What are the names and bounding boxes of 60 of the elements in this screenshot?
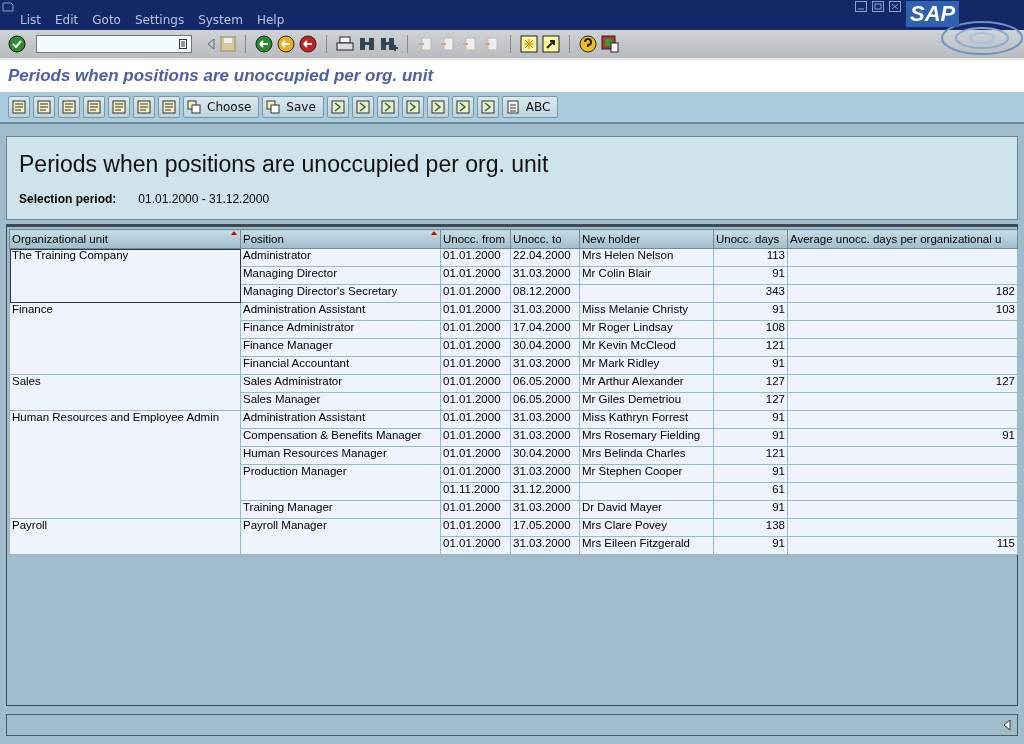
toolbar-button[interactable] (158, 96, 180, 118)
new-session-icon[interactable] (520, 35, 538, 53)
selection-period-value: 01.01.2000 - 31.12.2000 (138, 192, 270, 206)
shortcut-icon[interactable] (542, 35, 560, 53)
table-cell: Payroll (9, 518, 241, 555)
column-header[interactable]: Unocc. from (440, 229, 511, 249)
menu-item[interactable]: Help (256, 13, 285, 27)
toolbar-button[interactable] (108, 96, 130, 118)
toolbar-button[interactable] (83, 96, 105, 118)
menu-item[interactable]: Goto (92, 13, 121, 27)
toolbar-button[interactable] (351, 96, 374, 118)
close-icon[interactable] (889, 1, 901, 12)
column-header[interactable]: Average unocc. days per organizational u (787, 229, 1018, 249)
table-cell: Production Manager (240, 464, 441, 501)
column-header[interactable]: Unocc. days (713, 229, 788, 249)
column-header[interactable]: Organizational unit (9, 229, 241, 249)
list-icon (112, 100, 126, 114)
triangle-left-icon[interactable] (1003, 719, 1011, 731)
toolbar-button[interactable] (426, 96, 449, 118)
table-cell: Finance (9, 302, 241, 375)
toolbar-button[interactable] (326, 96, 349, 118)
report-heading: Periods when positions are unoccupied per org. unit (19, 151, 550, 178)
cancel-icon[interactable] (299, 35, 317, 53)
back-icon[interactable] (255, 35, 273, 53)
toolbar-button[interactable] (33, 96, 55, 118)
toolbar-button[interactable] (376, 96, 399, 118)
maximize-icon[interactable] (872, 1, 884, 12)
logo: SAP (906, 1, 960, 27)
help-icon[interactable] (579, 35, 597, 53)
toolbar-button[interactable] (8, 96, 30, 118)
selection-period-label: Selection period: (19, 192, 117, 206)
enter-check-icon[interactable] (8, 35, 26, 53)
menu-item[interactable]: System (198, 13, 243, 27)
choose-button[interactable]: Choose (183, 96, 260, 118)
toolbar-button[interactable] (401, 96, 424, 118)
toolbar-button[interactable] (133, 96, 155, 118)
minimize-icon[interactable] (855, 1, 867, 12)
save-button[interactable]: Save (262, 96, 324, 118)
toolbar-button[interactable] (451, 96, 474, 118)
layout-icon[interactable] (601, 35, 619, 53)
menu-item[interactable]: List (20, 13, 41, 27)
dropdown-list-icon[interactable] (179, 39, 187, 49)
table-cell: Sales (9, 374, 241, 411)
column-header[interactable]: Unocc. to (510, 229, 580, 249)
wave-decoration-icon (940, 20, 1024, 56)
table-cell: Human Resources and Employee Admin (9, 410, 241, 519)
column-header[interactable]: New holder (579, 229, 714, 249)
toolbar-button[interactable] (476, 96, 499, 118)
table-cell: Payroll Manager (240, 518, 441, 555)
exit-icon[interactable] (277, 35, 295, 53)
menu-item[interactable]: Settings (134, 13, 185, 27)
window-menu-icon[interactable] (2, 2, 14, 12)
screen-title: Periods when positions are unoccupied per org. unit (8, 66, 434, 86)
abc-button[interactable]: ABC (501, 96, 559, 118)
command-field[interactable] (36, 35, 192, 53)
table-cell: The Training Company (9, 248, 241, 303)
column-header[interactable]: Position (240, 229, 441, 249)
document-icon (137, 100, 151, 114)
menu-item[interactable]: Edit (55, 13, 79, 27)
toolbar-button[interactable] (58, 96, 80, 118)
